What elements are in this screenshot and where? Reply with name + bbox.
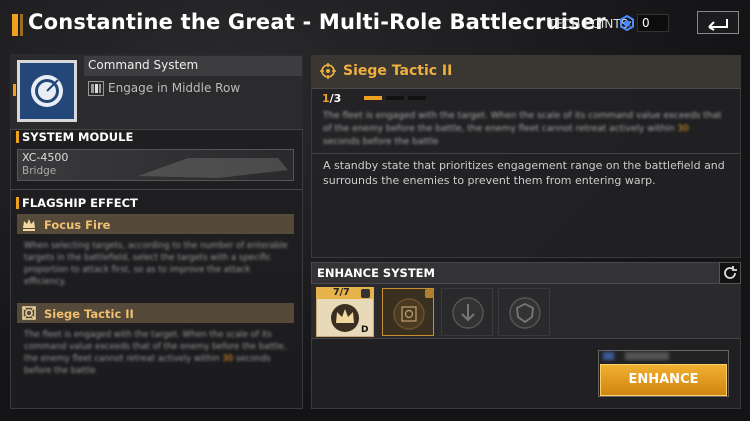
command-target-icon [20,63,74,119]
level-progress-empty [386,96,404,100]
skill-title: Siege Tactic II [343,63,453,79]
enhance-cost [603,352,713,360]
effect-focus-fire-name: Focus Fire [44,218,111,232]
effect-siege-tactic-desc: The fleet is engaged with the target. Wh… [24,330,287,376]
upgrade-badge-icon [425,289,434,298]
effect-siege-tactic-name: Siege Tactic II [44,307,134,321]
tech-points-value: 0 [637,14,669,32]
level-progress-empty [408,96,426,100]
crown-icon [23,219,35,231]
skill-description: A standby state that prioritizes engagem… [323,159,725,187]
system-module-title: SYSTEM MODULE [22,130,134,144]
tech-point-icon [620,15,634,31]
engage-text: Engage in Middle Row [108,81,241,95]
slot-tag: D [361,325,369,335]
header: Constantine the Great - Multi-Role Battl… [0,0,750,52]
enhance-button[interactable]: ENHANCE [600,364,727,396]
target-icon [320,63,336,79]
refresh-icon [724,266,737,279]
section-accent [16,131,19,143]
enhance-title: ENHANCE SYSTEM [317,266,435,280]
upgrade-badge-icon [361,289,370,298]
skill-effect-text: The fleet is engaged with the target. Wh… [323,111,722,147]
level-progress-filled [364,96,382,100]
command-system-label: Command System [84,56,302,76]
skill-level: 1/3 [322,92,342,105]
enhance-slot-locked[interactable] [498,288,550,336]
title-accent-secondary [20,14,23,36]
section-accent [16,197,19,209]
refresh-button[interactable] [719,262,741,284]
effect-focus-fire-desc: When selecting targets, according to the… [24,241,288,287]
page-title: Constantine the Great - Multi-Role Battl… [28,10,606,34]
command-accent [13,84,16,96]
siege-icon [22,306,36,320]
formation-icon [88,81,104,96]
back-button[interactable] [697,11,739,34]
divider [10,189,303,190]
slot-count: 7/7 [333,287,350,298]
module-code: XC-4500 [22,151,69,164]
enhance-slot-locked[interactable] [441,288,493,336]
flagship-effect-title: FLAGSHIP EFFECT [22,196,138,210]
module-name: Bridge [22,165,57,177]
shield-icon [509,297,541,329]
command-system-icon-frame[interactable] [17,60,77,122]
arrow-down-icon [452,297,484,329]
engage-row: Engage in Middle Row [84,78,302,100]
back-arrow-icon [708,19,728,31]
title-accent [12,14,18,36]
divider [312,153,740,154]
